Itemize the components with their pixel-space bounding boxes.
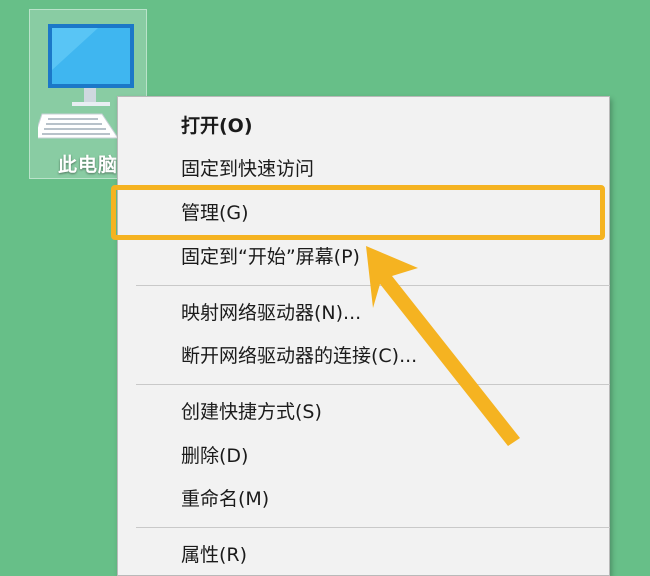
menu-item-map-network-drive[interactable]: 映射网络驱动器(N)... [118,293,609,333]
context-menu: 打开(O) 固定到快速访问 管理(G) 固定到“开始”屏幕(P) 映射网络驱动器… [117,96,610,576]
menu-item-rename[interactable]: 重命名(M) [118,479,609,519]
menu-separator [136,285,610,286]
menu-separator [136,384,610,385]
menu-item-create-shortcut[interactable]: 创建快捷方式(S) [118,392,609,432]
menu-item-pin-start[interactable]: 固定到“开始”屏幕(P) [118,237,609,277]
menu-item-delete[interactable]: 删除(D) [118,436,609,476]
menu-separator [136,527,610,528]
menu-item-manage[interactable]: 管理(G) [118,193,609,233]
desktop: 此电脑 打开(O) 固定到快速访问 管理(G) 固定到“开始”屏幕(P) 映射网… [0,0,650,576]
menu-item-properties[interactable]: 属性(R) [118,535,609,575]
menu-item-pin-quick-access[interactable]: 固定到快速访问 [118,149,609,189]
menu-item-open[interactable]: 打开(O) [118,106,609,146]
menu-item-disconnect-network-drive[interactable]: 断开网络驱动器的连接(C)... [118,336,609,376]
